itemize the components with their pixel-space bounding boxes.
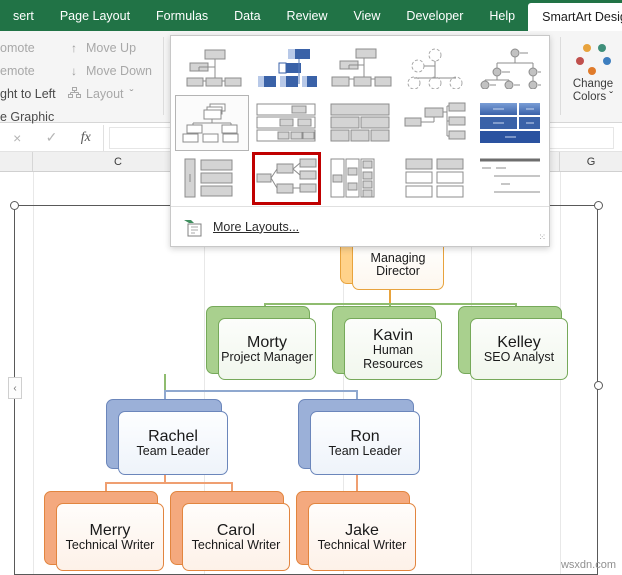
node-name: Ron xyxy=(350,427,380,445)
connector xyxy=(105,482,232,484)
layout-option-name-and-title-org-chart[interactable] xyxy=(249,40,323,95)
node-name: Merry xyxy=(89,521,131,539)
layout-option-horizontal-org-chart[interactable] xyxy=(249,95,323,150)
layout-option-horizontal-hierarchy[interactable] xyxy=(398,95,472,150)
node-role: Technical Writer xyxy=(191,537,281,552)
excel-window: sert Page Layout Formulas Data Review Vi… xyxy=(0,0,622,575)
org-node-rachel[interactable]: Rachel Team Leader xyxy=(106,399,228,475)
connector xyxy=(164,390,356,392)
node-name: Morty xyxy=(247,333,287,351)
org-node-kavin[interactable]: Kavin Human Resources xyxy=(332,306,442,380)
org-node-morty[interactable]: Morty Project Manager xyxy=(206,306,316,380)
layout-option-labeled-hierarchy[interactable] xyxy=(473,40,547,95)
node-face: Merry Technical Writer xyxy=(56,503,164,571)
node-name: Rachel xyxy=(148,427,198,445)
layout-option-hierarchy-list[interactable] xyxy=(398,151,472,206)
layout-option-picture-org-chart[interactable] xyxy=(175,95,250,151)
resize-grip-icon[interactable]: ⁙ xyxy=(538,232,545,243)
node-name: Kavin xyxy=(372,326,414,344)
node-role: Technical Writer xyxy=(65,537,155,552)
node-name: Managing xyxy=(370,250,426,265)
node-name: Jake xyxy=(345,521,379,539)
org-node-jake[interactable]: Jake Technical Writer xyxy=(296,491,416,571)
layout-option-vertical-picture-list[interactable] xyxy=(175,151,249,206)
layout-option-circle-picture-hierarchy[interactable] xyxy=(398,40,472,95)
node-role: Team Leader xyxy=(136,443,210,458)
layout-option-horizontal-multi-level-hierarchy[interactable] xyxy=(473,151,547,206)
layout-option-table-hierarchy[interactable] xyxy=(324,95,398,150)
layout-option-hierarchy-list-colored[interactable] xyxy=(473,95,547,150)
node-face: Jake Technical Writer xyxy=(308,503,416,571)
more-layouts-label[interactable]: More Layouts... xyxy=(213,220,299,234)
layout-option-half-circle-org-chart[interactable] xyxy=(324,40,398,95)
node-role: Director xyxy=(376,264,420,278)
node-face: Rachel Team Leader xyxy=(118,411,228,475)
node-face: Kavin Human Resources xyxy=(344,318,442,380)
more-layouts-row[interactable]: More Layouts... xyxy=(171,206,549,246)
watermark: wsxdn.com xyxy=(560,559,616,571)
layout-option-hierarchy[interactable] xyxy=(249,151,323,206)
node-role: Technical Writer xyxy=(317,537,407,552)
node-face: Ron Team Leader xyxy=(310,411,420,475)
node-role: Team Leader xyxy=(328,443,402,458)
layout-gallery-dropdown[interactable]: More Layouts... ⁙ xyxy=(170,35,550,247)
org-node-ron[interactable]: Ron Team Leader xyxy=(298,399,420,475)
layout-option-lined-hierarchy[interactable] xyxy=(324,151,398,206)
node-role: Human Resources xyxy=(363,343,423,371)
org-node-carol[interactable]: Carol Technical Writer xyxy=(170,491,290,571)
more-layouts-icon xyxy=(183,217,205,237)
node-face: Kelley SEO Analyst xyxy=(470,318,568,380)
node-name: Carol xyxy=(216,521,256,539)
org-node-merry[interactable]: Merry Technical Writer xyxy=(44,491,164,571)
org-node-kelley[interactable]: Kelley SEO Analyst xyxy=(458,306,568,380)
node-face: Morty Project Manager xyxy=(218,318,316,380)
layout-option-organization-chart[interactable] xyxy=(175,40,249,95)
layout-gallery-grid xyxy=(175,40,547,206)
node-role: SEO Analyst xyxy=(483,349,555,364)
node-face: Managing Director xyxy=(352,240,444,290)
node-role: Project Manager xyxy=(221,349,313,364)
node-face: Carol Technical Writer xyxy=(182,503,290,571)
connector xyxy=(164,374,166,390)
node-name: Kelley xyxy=(497,333,541,351)
